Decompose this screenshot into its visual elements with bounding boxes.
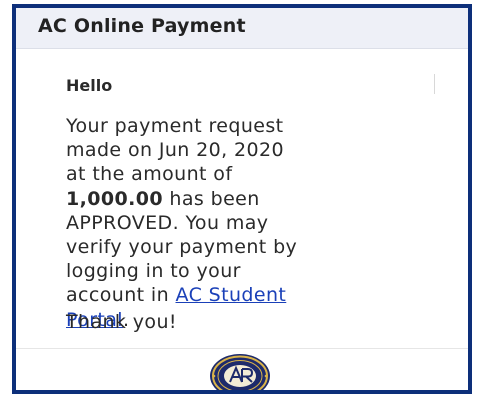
message-line: account in AC Student (66, 283, 438, 307)
message-line: made on Jun 20, 2020 (66, 139, 284, 162)
message-line: logging in to your (66, 260, 241, 283)
student-portal-link[interactable]: AC Student (176, 284, 287, 306)
email-header: AC Online Payment (16, 8, 468, 49)
message-line: APPROVED. You may (66, 211, 269, 234)
school-seal-icon (210, 354, 270, 390)
message-text: account in (66, 284, 176, 307)
closing-text: Thank you! (66, 311, 177, 333)
payment-amount: 1,000.00 (66, 187, 163, 210)
divider (16, 348, 468, 349)
message-line: verify your payment by (66, 236, 298, 259)
email-subject-title: AC Online Payment (38, 15, 246, 37)
payment-message: Your payment request made on Jun 20, 202… (66, 114, 438, 332)
message-line: Your payment request (66, 115, 284, 137)
message-line: at the amount of (66, 163, 233, 186)
email-window: AC Online Payment Hello Your payment req… (12, 4, 472, 394)
message-line: 1,000.00 has been (66, 187, 438, 211)
scrollbar[interactable] (434, 74, 435, 94)
message-text: has been (162, 187, 260, 210)
greeting-text: Hello (66, 76, 113, 95)
